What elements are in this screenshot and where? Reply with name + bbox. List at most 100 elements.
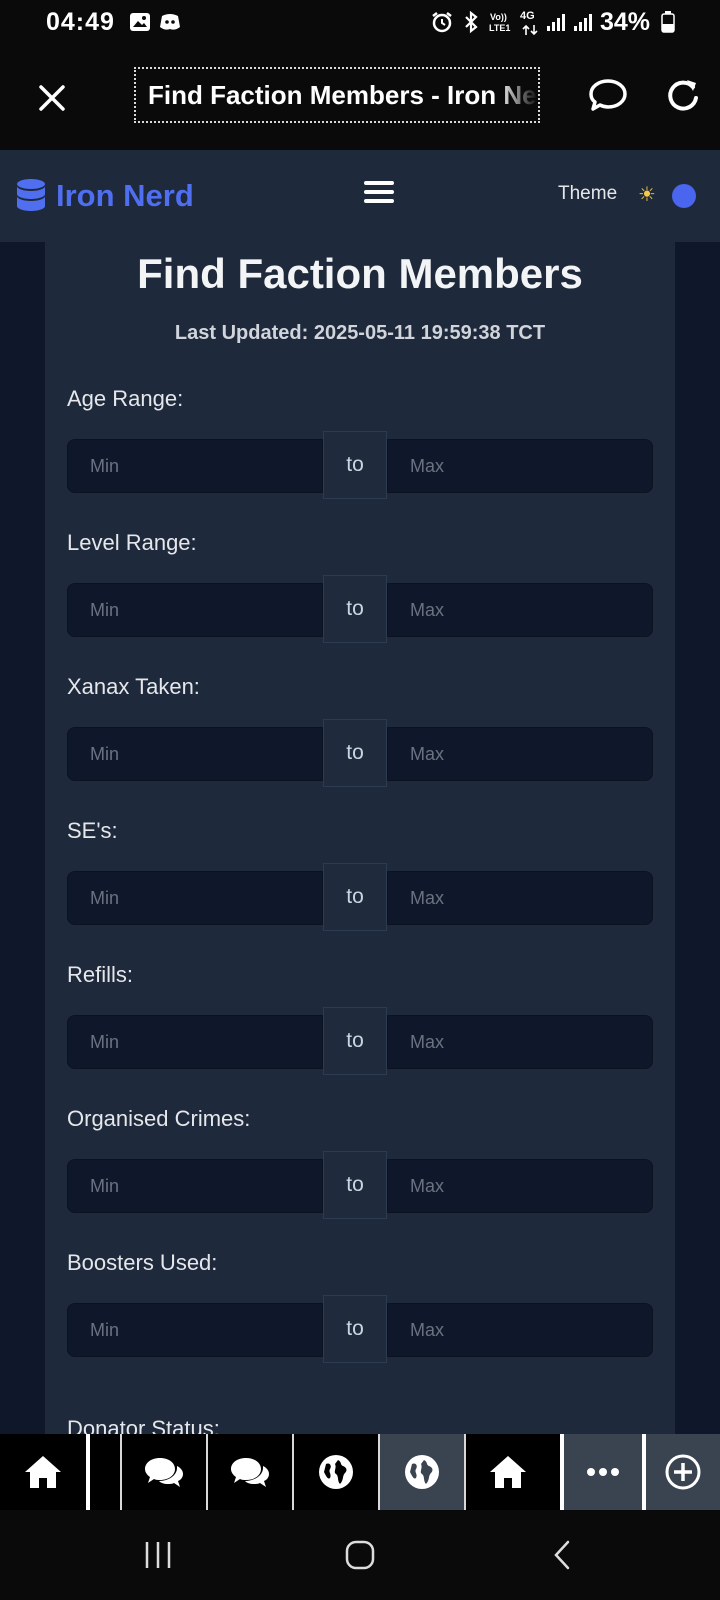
- site-navbar: Iron Nerd Theme ☀: [0, 150, 720, 242]
- tab-home-2[interactable]: [466, 1434, 550, 1510]
- hamburger-line: [364, 199, 394, 203]
- discord-icon: [160, 14, 180, 30]
- range-separator: to: [323, 719, 387, 787]
- oc-max-input[interactable]: [387, 1159, 653, 1213]
- hamburger-line: [364, 190, 394, 194]
- chat-bubble-icon: [589, 79, 627, 111]
- boosters-range-group: to: [67, 1295, 653, 1363]
- signal-icon: [574, 14, 592, 31]
- back-icon: [554, 1540, 570, 1570]
- reload-icon: [668, 80, 698, 111]
- home-icon: [490, 1456, 526, 1488]
- hamburger-menu-icon: [364, 181, 394, 185]
- filter-label: Xanax Taken:: [67, 674, 200, 699]
- oc-min-input[interactable]: [67, 1159, 323, 1213]
- last-updated: Last Updated: 2025-05-11 19:59:38 TCT: [174, 322, 546, 344]
- range-separator: to: [323, 1151, 387, 1219]
- age-max-input[interactable]: [387, 439, 653, 493]
- image-icon: [130, 13, 150, 31]
- more-tabs-button[interactable]: [564, 1434, 642, 1510]
- globe-icon: [405, 1455, 439, 1489]
- level-min-input[interactable]: [67, 583, 323, 637]
- data-arrows-icon: [522, 24, 538, 36]
- title-fade: [498, 69, 538, 121]
- filter-label: Age Range:: [67, 386, 184, 411]
- status-bar: 04:49 Vo)) LTE1 4G 34%: [0, 0, 720, 46]
- range-separator: to: [323, 863, 387, 931]
- recent-apps-button[interactable]: [130, 1530, 186, 1580]
- xanax-max-input[interactable]: [387, 727, 653, 781]
- brand-name: Iron Nerd: [56, 178, 194, 213]
- signal-icon: [547, 14, 565, 31]
- home-circle-icon: [345, 1540, 375, 1570]
- tab-chat-1[interactable]: [122, 1434, 206, 1510]
- refills-range-group: to: [67, 1007, 653, 1075]
- battery-icon: [661, 11, 675, 33]
- range-separator: to: [323, 1007, 387, 1075]
- chat-bubbles-icon: [231, 1458, 269, 1487]
- tab-globe-2-active[interactable]: [380, 1434, 464, 1510]
- tab-chat-2[interactable]: [208, 1434, 292, 1510]
- add-tab-icon: [665, 1454, 701, 1490]
- battery-percent: 34%: [600, 8, 651, 36]
- url-title-field[interactable]: Find Faction Members - Iron Nerd: [134, 67, 540, 123]
- home-icon: [25, 1456, 61, 1488]
- more-icon: [587, 1468, 619, 1476]
- back-button[interactable]: [534, 1530, 590, 1580]
- range-separator: to: [323, 575, 387, 643]
- database-icon: [17, 179, 45, 211]
- refills-min-input[interactable]: [67, 1015, 323, 1069]
- svg-text:Vo)): Vo)): [490, 12, 507, 22]
- svg-text:LTE1: LTE1: [489, 23, 510, 33]
- theme-label: Theme: [558, 183, 618, 204]
- page-title: Find Faction Members: [137, 250, 583, 297]
- tab-globe-1[interactable]: [294, 1434, 378, 1510]
- level-range-group: to: [67, 575, 653, 643]
- boosters-min-input[interactable]: [67, 1303, 323, 1357]
- se-max-input[interactable]: [387, 871, 653, 925]
- close-icon: [39, 85, 65, 111]
- volte-icon: Vo))LTE1: [489, 12, 510, 33]
- hamburger-menu-button[interactable]: [360, 176, 398, 216]
- xanax-range-group: to: [67, 719, 653, 787]
- se-min-input[interactable]: [67, 871, 323, 925]
- tab-title: Find Faction Members - Iron Nerd: [148, 79, 540, 110]
- age-range-group: to: [67, 431, 653, 499]
- refills-max-input[interactable]: [387, 1015, 653, 1069]
- reload-button[interactable]: [660, 74, 704, 118]
- recent-apps-icon: [145, 1542, 171, 1568]
- chat-button[interactable]: [586, 74, 630, 118]
- filter-label: Donator Status:: [67, 1416, 220, 1434]
- search-card: Find Faction Members Last Updated: 2025-…: [45, 242, 675, 1434]
- home-button[interactable]: [332, 1530, 388, 1580]
- browser-tab-strip: [0, 1434, 720, 1510]
- filter-label: Organised Crimes:: [67, 1106, 251, 1131]
- se-range-group: to: [67, 863, 653, 931]
- xanax-min-input[interactable]: [67, 727, 323, 781]
- alarm-icon: [432, 12, 452, 33]
- sun-icon: ☀: [638, 184, 656, 206]
- range-separator: to: [323, 1295, 387, 1363]
- network-type: 4G: [520, 10, 535, 22]
- close-tab-button[interactable]: [30, 76, 74, 120]
- level-max-input[interactable]: [387, 583, 653, 637]
- age-min-input[interactable]: [67, 439, 323, 493]
- chat-bubbles-icon: [145, 1458, 183, 1487]
- boosters-max-input[interactable]: [387, 1303, 653, 1357]
- bluetooth-icon: [465, 10, 478, 34]
- theme-toggle[interactable]: [672, 184, 696, 208]
- brand-link[interactable]: Iron Nerd: [16, 174, 194, 218]
- range-separator: to: [323, 431, 387, 499]
- filter-label: Boosters Used:: [67, 1250, 218, 1275]
- tab-home[interactable]: [0, 1434, 86, 1510]
- globe-icon: [319, 1455, 353, 1489]
- status-time: 04:49: [46, 8, 115, 36]
- filter-label: SE's:: [67, 818, 118, 843]
- filter-label: Level Range:: [67, 530, 197, 555]
- browser-toolbar: Find Faction Members - Iron Nerd: [0, 46, 720, 150]
- system-navigation-bar: [0, 1510, 720, 1600]
- oc-range-group: to: [67, 1151, 653, 1219]
- tab-divider: [86, 1434, 90, 1510]
- add-tab-button[interactable]: [646, 1434, 720, 1510]
- filter-label: Refills:: [67, 962, 134, 987]
